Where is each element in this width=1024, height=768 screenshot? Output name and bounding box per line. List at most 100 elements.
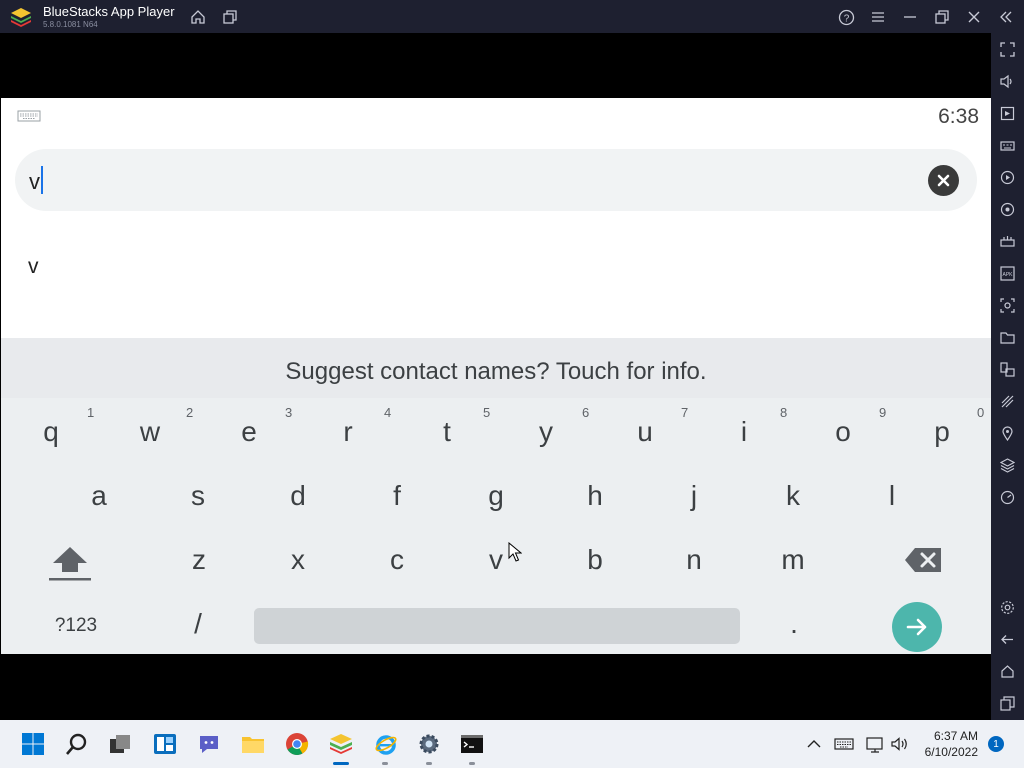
key-hint: 0 [977, 405, 985, 420]
install-apk-icon[interactable]: APK [999, 265, 1016, 282]
taskbar-time[interactable]: 6:37 AM [926, 729, 978, 743]
terminal-icon[interactable] [460, 732, 484, 756]
task-view-icon[interactable] [108, 732, 132, 756]
key-hint: 5 [483, 405, 491, 420]
back-icon[interactable] [999, 631, 1016, 648]
backspace-key[interactable] [903, 546, 943, 574]
folder-icon[interactable] [999, 329, 1016, 346]
screenshot-icon[interactable] [999, 297, 1016, 314]
chevron-up-icon[interactable] [806, 732, 822, 756]
minimize-icon[interactable] [901, 8, 919, 26]
key-z[interactable]: z [169, 544, 229, 576]
file-explorer-icon[interactable] [241, 732, 265, 756]
volume-icon[interactable] [999, 73, 1016, 90]
chrome-icon[interactable] [285, 732, 309, 756]
key-o[interactable]: o [813, 416, 873, 448]
key-r[interactable]: r [318, 416, 378, 448]
clear-search-button[interactable] [928, 165, 959, 196]
symbols-key[interactable]: ?123 [46, 615, 106, 637]
key-n[interactable]: n [664, 544, 724, 576]
period-key[interactable]: . [764, 608, 824, 640]
location-icon[interactable] [999, 425, 1016, 442]
running-app-indicator [469, 762, 475, 765]
collapse-sidebar-icon[interactable] [997, 8, 1015, 26]
key-a[interactable]: a [69, 480, 129, 512]
key-x[interactable]: x [268, 544, 328, 576]
restore-icon[interactable] [933, 8, 951, 26]
side-toolbar: APK [991, 33, 1024, 720]
network-icon[interactable] [866, 732, 886, 756]
settings-icon[interactable] [999, 599, 1016, 616]
performance-icon[interactable] [999, 489, 1016, 506]
search-input-value[interactable]: v [29, 169, 40, 195]
eco-mode-icon[interactable] [999, 393, 1016, 410]
key-hint: 2 [186, 405, 194, 420]
key-s[interactable]: s [168, 480, 228, 512]
key-h[interactable]: h [565, 480, 625, 512]
keyboard-suggestion-strip[interactable]: Suggest contact names? Touch for info. [1, 338, 991, 398]
shift-key[interactable] [47, 544, 93, 584]
recent-apps-icon[interactable] [999, 695, 1016, 712]
shift-icon [49, 547, 91, 581]
windows-start-icon[interactable] [21, 732, 45, 756]
settings-gear-icon[interactable] [417, 732, 441, 756]
key-k[interactable]: k [763, 480, 823, 512]
key-g[interactable]: g [466, 480, 526, 512]
taskbar-date[interactable]: 6/10/2022 [918, 745, 978, 759]
running-app-indicator [382, 762, 388, 765]
key-b[interactable]: b [565, 544, 625, 576]
key-hint: 9 [879, 405, 887, 420]
key-hint: 3 [285, 405, 293, 420]
key-f[interactable]: f [367, 480, 427, 512]
slash-key[interactable]: / [168, 608, 228, 640]
android-home-icon[interactable] [999, 663, 1016, 680]
search-icon[interactable] [65, 732, 89, 756]
bluestacks-taskbar-icon[interactable] [329, 732, 353, 756]
key-i[interactable]: i [714, 416, 774, 448]
key-m[interactable]: m [763, 544, 823, 576]
internet-explorer-icon[interactable] [374, 732, 398, 756]
app-version: 5.8.0.1081 N64 [43, 20, 98, 29]
key-u[interactable]: u [615, 416, 675, 448]
widgets-icon[interactable] [153, 732, 177, 756]
macro-recorder-icon[interactable] [999, 169, 1016, 186]
key-q[interactable]: q [21, 416, 81, 448]
bluestacks-logo-icon [11, 8, 31, 27]
close-icon [937, 174, 950, 187]
mouse-cursor-icon [508, 542, 522, 562]
search-input[interactable]: v [15, 149, 977, 211]
search-suggestion[interactable]: v [28, 255, 39, 279]
key-t[interactable]: t [417, 416, 477, 448]
teams-chat-icon[interactable] [197, 732, 221, 756]
key-w[interactable]: w [120, 416, 180, 448]
speaker-icon[interactable] [890, 732, 910, 756]
key-y[interactable]: y [516, 416, 576, 448]
menu-icon[interactable] [869, 8, 887, 26]
key-c[interactable]: c [367, 544, 427, 576]
key-l[interactable]: l [862, 480, 922, 512]
key-e[interactable]: e [219, 416, 279, 448]
key-d[interactable]: d [268, 480, 328, 512]
suggest-contacts-prompt[interactable]: Suggest contact names? Touch for info. [1, 358, 991, 386]
home-icon[interactable] [189, 8, 207, 26]
space-bar[interactable] [254, 608, 740, 644]
rotate-icon[interactable] [999, 201, 1016, 218]
notification-badge[interactable]: 1 [988, 736, 1004, 752]
game-controls-icon[interactable] [999, 233, 1016, 250]
windows-taskbar: 6:37 AM 6/10/2022 1 [0, 720, 1024, 768]
layers-icon[interactable] [999, 457, 1016, 474]
keyboard-status-icon [17, 110, 41, 122]
key-j[interactable]: j [664, 480, 724, 512]
key-p[interactable]: p [912, 416, 972, 448]
keyboard-layout-icon[interactable] [834, 732, 854, 756]
fullscreen-icon[interactable] [999, 41, 1016, 58]
media-manager-icon[interactable] [999, 105, 1016, 122]
enter-key[interactable] [892, 602, 942, 652]
app-title: BlueStacks App Player [43, 4, 175, 19]
help-icon[interactable]: ? [837, 8, 855, 26]
key-hint: 4 [384, 405, 392, 420]
multi-instance-icon[interactable] [221, 8, 239, 26]
close-icon[interactable] [965, 8, 983, 26]
keyboard-controls-icon[interactable] [999, 137, 1016, 154]
multi-instance-manager-icon[interactable] [999, 361, 1016, 378]
